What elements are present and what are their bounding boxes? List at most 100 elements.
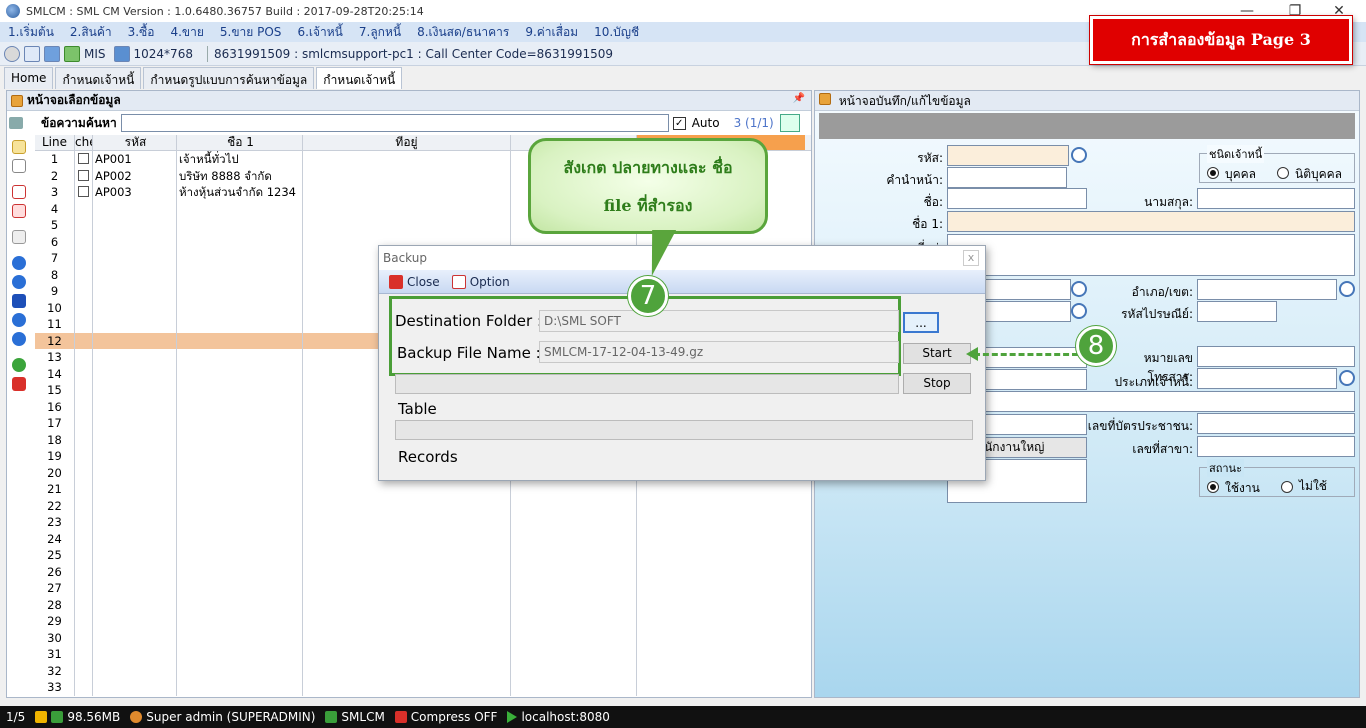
menu-item-products[interactable]: 2.สินค้า: [70, 23, 112, 42]
subdistrict-lookup-icon[interactable]: [1071, 303, 1087, 319]
district-lookup-icon[interactable]: [1339, 281, 1355, 297]
row-checkbox[interactable]: [78, 153, 89, 164]
arrow-down-icon[interactable]: [12, 332, 26, 346]
cell-address: [303, 530, 511, 547]
fast-forward-icon[interactable]: [12, 294, 26, 308]
selection-pane-header: หน้าจอเลือกข้อมูล: [7, 91, 811, 111]
status-active-radio[interactable]: [1207, 481, 1219, 493]
backup-file-name-field[interactable]: SMLCM-17-12-04-13-49.gz: [539, 341, 899, 363]
toolbar-divider: [206, 45, 208, 62]
column-header-name[interactable]: ชื่อ 1: [177, 135, 303, 150]
chart-icon[interactable]: [64, 45, 80, 62]
search-input[interactable]: [120, 114, 669, 132]
table-row[interactable]: 32: [35, 662, 811, 679]
menu-item-accounting[interactable]: 10.บัญชี: [594, 23, 639, 42]
prefix-field[interactable]: [947, 167, 1067, 188]
menu-item-creditors[interactable]: 6.เจ้าหนี้: [297, 23, 342, 42]
name1-field[interactable]: [947, 211, 1355, 232]
hierarchy-icon[interactable]: [9, 117, 23, 129]
browse-button[interactable]: ...: [903, 312, 939, 333]
status-server: localhost:8080: [521, 710, 610, 724]
row-checkbox[interactable]: [78, 169, 89, 181]
auto-checkbox[interactable]: ✓: [672, 116, 686, 130]
menu-item-pos[interactable]: 5.ขาย POS: [220, 23, 282, 42]
close-icon[interactable]: [389, 274, 403, 289]
column-header-check[interactable]: che: [75, 135, 93, 150]
stop-button[interactable]: Stop: [903, 373, 971, 394]
arrow-right-icon[interactable]: [12, 275, 26, 289]
callout-line-1: สังเกต ปลายทางและ ชื่อ: [563, 158, 733, 177]
table-row[interactable]: 30: [35, 629, 811, 646]
province-lookup-icon[interactable]: [1071, 281, 1087, 297]
status-inactive-radio[interactable]: [1281, 481, 1293, 493]
menu-item-debtors[interactable]: 7.ลูกหนี้: [359, 23, 401, 42]
cell-extra1: [511, 596, 637, 613]
step-8-arrow: [974, 353, 1078, 356]
table-row[interactable]: 24: [35, 530, 811, 547]
email-field[interactable]: [947, 391, 1355, 412]
branch-no-field[interactable]: [1197, 436, 1355, 457]
table-row[interactable]: 21: [35, 481, 811, 498]
new-icon[interactable]: [12, 140, 26, 154]
table-row[interactable]: 31: [35, 646, 811, 663]
table-row[interactable]: 25: [35, 547, 811, 564]
tab-home[interactable]: Home: [4, 67, 54, 89]
cell-extra2: [637, 679, 805, 696]
menu-item-cash-bank[interactable]: 8.เงินสด/ธนาคาร: [417, 23, 509, 42]
calculator-icon[interactable]: [44, 45, 60, 62]
toolbar-option-button[interactable]: Option: [470, 275, 510, 289]
start-button[interactable]: Start: [903, 343, 971, 364]
tab-creditor-setup-active[interactable]: กำหนดเจ้าหนี้: [316, 67, 403, 89]
column-header-address[interactable]: ที่อยู่: [303, 135, 511, 150]
postcode-field[interactable]: [1197, 301, 1277, 322]
column-header-line[interactable]: Line: [35, 135, 75, 150]
toolbar-close-button[interactable]: Close: [407, 275, 440, 289]
mis-label[interactable]: MIS: [84, 47, 106, 61]
menu-item-start[interactable]: 1.เริ่มต้น: [8, 23, 54, 42]
close-icon[interactable]: [12, 377, 26, 391]
table-row[interactable]: 22: [35, 497, 811, 514]
arrow-up-icon[interactable]: [12, 313, 26, 327]
creditor-type-lookup-icon[interactable]: [1339, 370, 1355, 386]
code-field[interactable]: [947, 145, 1069, 166]
pin-icon[interactable]: 📌: [793, 93, 805, 104]
district-field[interactable]: [1197, 279, 1337, 300]
window-icon[interactable]: [24, 45, 40, 62]
help-icon[interactable]: [12, 358, 26, 372]
tab-creditor-setup[interactable]: กำหนดเจ้าหนี้: [55, 67, 142, 89]
column-header-code[interactable]: รหัส: [93, 135, 177, 150]
search-button[interactable]: [779, 114, 800, 132]
first-name-field[interactable]: [947, 188, 1087, 209]
creditor-kind-person-radio[interactable]: [1207, 167, 1219, 179]
menu-item-sales[interactable]: 4.ขาย: [170, 23, 203, 42]
table-row[interactable]: 27: [35, 580, 811, 597]
id-card-field[interactable]: [1197, 413, 1355, 434]
row-checkbox[interactable]: [78, 186, 89, 197]
clock-icon[interactable]: [4, 45, 20, 62]
creditor-kind-juristic-radio[interactable]: [1277, 167, 1289, 179]
address-field[interactable]: [947, 234, 1355, 276]
cell-line: 3: [35, 184, 75, 201]
code-lookup-icon[interactable]: [1071, 147, 1087, 163]
check-list-icon[interactable]: [12, 185, 26, 199]
form-icon[interactable]: [12, 230, 26, 244]
dialog-close-icon[interactable]: x: [963, 250, 979, 266]
resolution-label[interactable]: 1024*768: [134, 47, 193, 61]
table-row[interactable]: 26: [35, 563, 811, 580]
option-icon[interactable]: [451, 274, 466, 289]
table-row[interactable]: 29: [35, 613, 811, 630]
document-icon[interactable]: [12, 159, 26, 173]
last-name-field[interactable]: [1197, 188, 1355, 209]
table-row[interactable]: 23: [35, 514, 811, 531]
table-row[interactable]: 33: [35, 679, 811, 696]
menu-item-purchase[interactable]: 3.ซื้อ: [128, 23, 155, 42]
arrow-left-icon[interactable]: [12, 256, 26, 270]
delete-list-icon[interactable]: [12, 204, 26, 218]
menu-item-depreciation[interactable]: 9.ค่าเสื่อม: [525, 23, 578, 42]
fax-field[interactable]: [1197, 346, 1355, 367]
creditor-type-field[interactable]: [1197, 368, 1337, 389]
tab-search-format[interactable]: กำหนดรูปแบบการค้นหาข้อมูล: [143, 67, 315, 89]
table-row[interactable]: 28: [35, 596, 811, 613]
destination-folder-field[interactable]: D:\SML SOFT: [539, 310, 899, 332]
screen-icon[interactable]: [113, 45, 130, 62]
